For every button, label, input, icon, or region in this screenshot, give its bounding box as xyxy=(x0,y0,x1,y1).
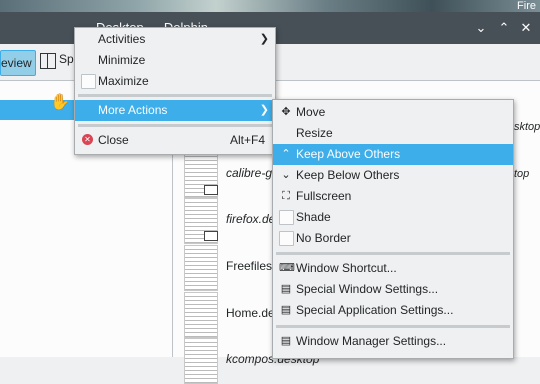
file-thumbnail xyxy=(184,292,218,338)
menu-item-no-border[interactable]: No Border xyxy=(273,228,513,249)
shade-checkbox[interactable] xyxy=(279,210,294,225)
menu-item-move[interactable]: ✥ Move xyxy=(273,102,513,123)
menu-item-label: Window Shortcut... xyxy=(296,261,397,275)
menu-item-wm-settings[interactable]: ▤ Window Manager Settings... xyxy=(273,331,513,352)
menu-item-label: Fullscreen xyxy=(296,189,352,203)
menu-separator xyxy=(276,252,510,255)
preview-label: eview xyxy=(1,56,32,70)
menu-item-label: Maximize xyxy=(98,74,149,88)
menu-item-label: Keep Below Others xyxy=(296,168,400,182)
file-thumbnail xyxy=(184,152,218,198)
menu-separator xyxy=(78,94,272,97)
menu-item-label: Move xyxy=(296,105,326,119)
window-context-menu: Activities ❯ Minimize Maximize More Acti… xyxy=(74,27,276,155)
file-thumbnail xyxy=(184,245,218,291)
menu-item-label: No Border xyxy=(296,231,351,245)
menu-item-label: Shade xyxy=(296,210,331,224)
menu-item-close[interactable]: ✕ Close Alt+F4 xyxy=(75,130,275,151)
preview-button[interactable]: eview xyxy=(0,50,36,76)
menu-item-label: Window Manager Settings... xyxy=(296,334,447,348)
menu-item-activities[interactable]: Activities ❯ xyxy=(75,29,275,50)
menu-item-label: Keep Above Others xyxy=(296,147,401,161)
desktop-wallpaper xyxy=(0,0,540,12)
maximize-icon[interactable]: ⌃ xyxy=(495,19,513,37)
window-settings-icon: ▤ xyxy=(280,283,292,295)
file-thumbnail xyxy=(184,338,218,384)
file-name: Freefiles xyxy=(226,259,273,273)
chevron-right-icon: ❯ xyxy=(259,104,269,116)
menu-item-fullscreen[interactable]: ⛶ Fullscreen xyxy=(273,186,513,207)
maximize-checkbox[interactable] xyxy=(81,74,96,89)
menu-item-label: Minimize xyxy=(98,53,146,67)
file-thumbnail xyxy=(184,198,218,244)
split-label[interactable]: Sp xyxy=(59,52,74,66)
menu-item-shortcut: Alt+F4 xyxy=(229,133,265,147)
file-name: firefox.de xyxy=(226,212,276,226)
hand-cursor-icon: ✋ xyxy=(50,94,70,111)
menu-item-more-actions[interactable]: More Actions ❯ xyxy=(75,100,275,121)
app-settings-icon: ▤ xyxy=(280,304,292,316)
menu-item-label: Activities xyxy=(98,32,146,46)
menu-item-shade[interactable]: Shade xyxy=(273,207,513,228)
menu-item-special-window-settings[interactable]: ▤ Special Window Settings... xyxy=(273,279,513,300)
split-icon[interactable] xyxy=(40,53,56,69)
menu-separator xyxy=(276,325,510,328)
close-window-icon[interactable]: ✕ xyxy=(517,19,535,37)
menu-item-label: More Actions xyxy=(98,103,168,117)
keep-above-icon: ⌃ xyxy=(281,148,291,160)
shortcut-icon: ⌨ xyxy=(279,262,295,274)
menu-item-resize[interactable]: Resize xyxy=(273,123,513,144)
more-actions-submenu: ✥ Move Resize ⌃ Keep Above Others ⌄ Keep… xyxy=(272,99,514,359)
move-icon: ✥ xyxy=(281,106,291,118)
chevron-right-icon: ❯ xyxy=(259,33,269,45)
menu-item-special-app-settings[interactable]: ▤ Special Application Settings... xyxy=(273,300,513,321)
menu-item-keep-above[interactable]: ⌃ Keep Above Others xyxy=(273,144,513,165)
keep-below-icon: ⌄ xyxy=(281,169,291,181)
close-icon: ✕ xyxy=(82,134,93,145)
file-name: calibre-g xyxy=(226,166,273,180)
fullscreen-icon: ⛶ xyxy=(282,190,290,202)
menu-item-label: Resize xyxy=(296,126,333,140)
file-name: Home.de xyxy=(226,306,275,320)
menu-item-minimize[interactable]: Minimize xyxy=(75,50,275,71)
no-border-checkbox[interactable] xyxy=(279,231,294,246)
wm-settings-icon: ▤ xyxy=(280,335,292,347)
menu-separator xyxy=(78,124,272,127)
menu-item-label: Close xyxy=(98,133,129,147)
menu-item-maximize[interactable]: Maximize xyxy=(75,71,275,92)
menu-item-label: Special Application Settings... xyxy=(296,303,454,317)
menu-item-keep-below[interactable]: ⌄ Keep Below Others xyxy=(273,165,513,186)
minimize-icon[interactable]: ⌄ xyxy=(472,19,490,37)
menu-item-label: Special Window Settings... xyxy=(296,282,439,296)
titlebar-corner-text: Fire xyxy=(517,0,536,12)
menu-item-window-shortcut[interactable]: ⌨ Window Shortcut... xyxy=(273,258,513,279)
file-name-fragment: sktop xyxy=(514,121,540,133)
file-name-fragment: top xyxy=(514,168,530,180)
